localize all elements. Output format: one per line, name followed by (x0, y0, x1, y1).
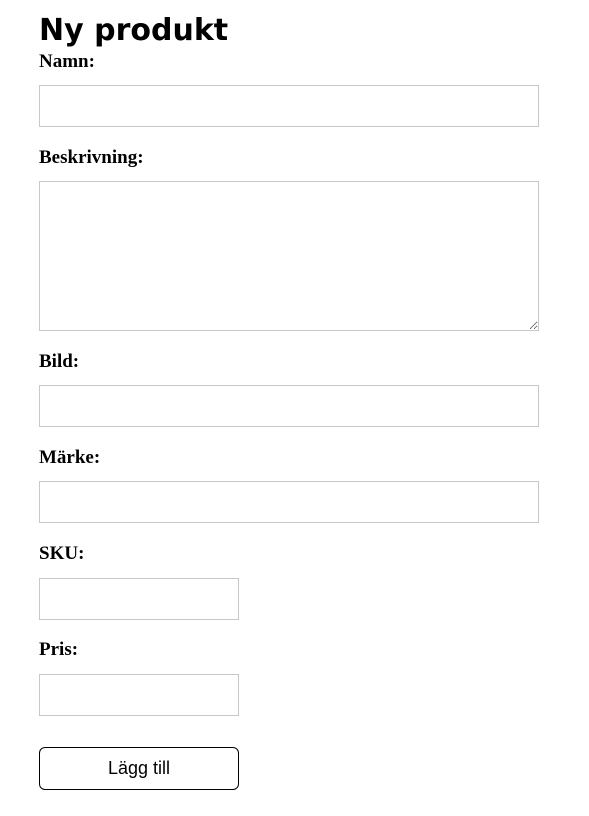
new-product-page: Ny produkt Namn: Beskrivning: Bild: Märk… (0, 0, 589, 816)
brand-label: Märke: (39, 447, 101, 468)
price-label: Pris: (39, 639, 79, 660)
page-title: Ny produkt (39, 13, 229, 48)
description-label: Beskrivning: (39, 147, 144, 168)
brand-input[interactable] (39, 481, 539, 523)
image-input[interactable] (39, 385, 539, 427)
sku-input[interactable] (39, 578, 239, 620)
price-input[interactable] (39, 674, 239, 716)
name-input[interactable] (39, 85, 539, 127)
description-textarea[interactable] (39, 181, 539, 331)
name-label: Namn: (39, 51, 95, 72)
image-label: Bild: (39, 351, 80, 372)
add-product-button[interactable]: Lägg till (39, 747, 239, 790)
sku-label: SKU: (39, 543, 85, 564)
